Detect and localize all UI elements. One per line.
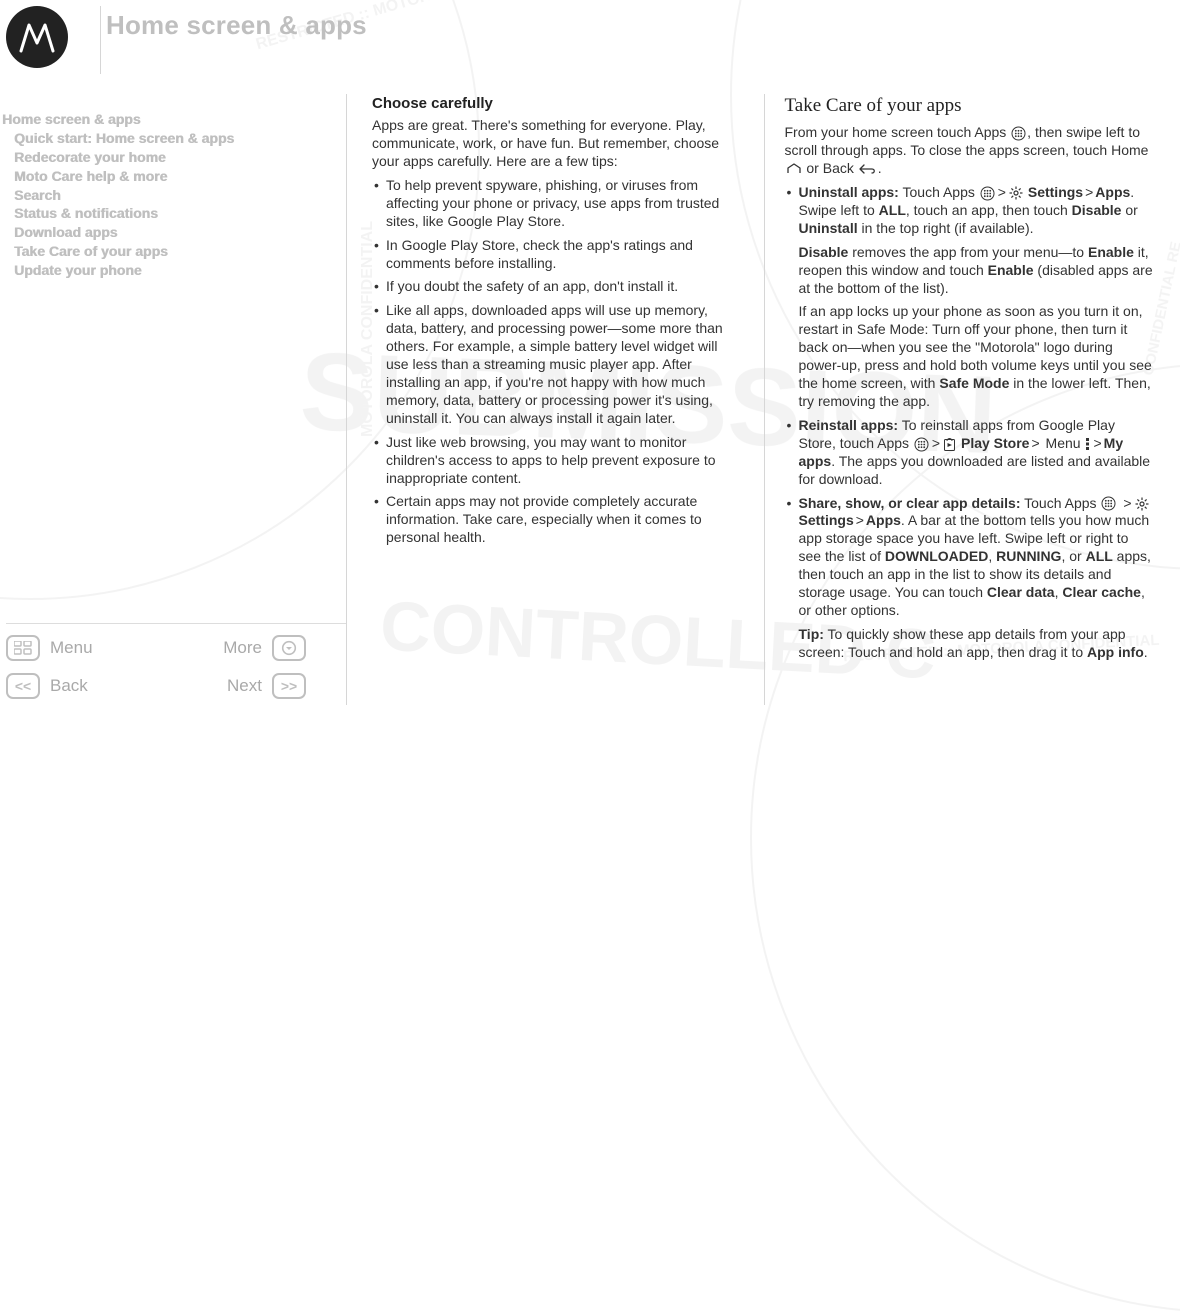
apps-circle-icon xyxy=(1011,126,1026,141)
sub-paragraph: Disable removes the app from your menu—t… xyxy=(799,244,1155,298)
sidebar-item[interactable]: Search xyxy=(14,186,292,205)
column-divider xyxy=(764,94,765,705)
sidebar-item[interactable]: Moto Care help & more xyxy=(14,167,292,186)
list-item: Just like web browsing, you may want to … xyxy=(372,434,742,488)
list-item: Certain apps may not provide completely … xyxy=(372,493,742,547)
apps-circle-icon xyxy=(1101,496,1116,511)
col2-intro: From your home screen touch Apps , then … xyxy=(785,124,1155,178)
column-divider-left xyxy=(346,94,347,705)
next-label: Next xyxy=(227,676,262,696)
more-button[interactable] xyxy=(272,635,306,661)
col2-list: Uninstall apps: Touch Apps > Settings>Ap… xyxy=(785,184,1155,662)
play-store-icon xyxy=(943,437,956,451)
col2-heading: Take Care of your apps xyxy=(785,94,1155,118)
nav-divider xyxy=(6,623,346,624)
apps-circle-icon xyxy=(914,437,929,452)
content-columns: Choose carefully Apps are great. There's… xyxy=(354,94,1174,705)
col1-intro: Apps are great. There's something for ev… xyxy=(372,117,742,171)
sidebar-heading[interactable]: Home screen & apps xyxy=(2,110,292,129)
list-item: If you doubt the safety of an app, don't… xyxy=(372,278,742,296)
sidebar-item[interactable]: Quick start: Home screen & apps xyxy=(14,129,292,148)
column-1: Choose carefully Apps are great. There's… xyxy=(354,94,762,705)
back-label: Back xyxy=(50,676,88,696)
sidebar-item[interactable]: Take Care of your apps xyxy=(14,242,292,261)
list-item: Uninstall apps: Touch Apps > Settings>Ap… xyxy=(785,184,1155,411)
page-header: Home screen & apps xyxy=(0,0,1180,78)
sub-paragraph: Tip: To quickly show these app details f… xyxy=(799,626,1155,662)
list-item: Share, show, or clear app details: Touch… xyxy=(785,495,1155,662)
next-button[interactable]: >> xyxy=(272,673,306,699)
list-item: In Google Play Store, check the app's ra… xyxy=(372,237,742,273)
more-label: More xyxy=(223,638,262,658)
sidebar-toc: Home screen & apps Quick start: Home scr… xyxy=(2,110,292,280)
sub-paragraph: If an app locks up your phone as soon as… xyxy=(799,303,1155,410)
col1-list: To help prevent spyware, phishing, or vi… xyxy=(372,177,742,547)
list-item: Like all apps, downloaded apps will use … xyxy=(372,302,742,427)
gear-icon xyxy=(1009,186,1023,200)
back-arrow-icon xyxy=(859,164,877,174)
menu-label: Menu xyxy=(50,638,93,658)
back-button[interactable]: << xyxy=(6,673,40,699)
motorola-logo xyxy=(6,6,68,68)
menu-dots-icon xyxy=(1085,437,1090,451)
sidebar-item[interactable]: Download apps xyxy=(14,223,292,242)
apps-circle-icon xyxy=(980,186,995,201)
page-nav: Menu More << Back Next >> xyxy=(6,635,306,699)
column-2: Take Care of your apps From your home sc… xyxy=(767,94,1175,705)
page-title: Home screen & apps xyxy=(106,10,367,41)
col1-heading: Choose carefully xyxy=(372,94,742,113)
gear-icon xyxy=(1135,497,1149,511)
sidebar-item[interactable]: Redecorate your home xyxy=(14,148,292,167)
list-item: Reinstall apps: To reinstall apps from G… xyxy=(785,417,1155,489)
menu-button[interactable] xyxy=(6,635,40,661)
home-icon xyxy=(786,163,802,175)
list-item: To help prevent spyware, phishing, or vi… xyxy=(372,177,742,231)
sidebar-item[interactable]: Status & notifications xyxy=(14,204,292,223)
sidebar-item[interactable]: Update your phone xyxy=(14,261,292,280)
header-divider xyxy=(100,6,101,74)
